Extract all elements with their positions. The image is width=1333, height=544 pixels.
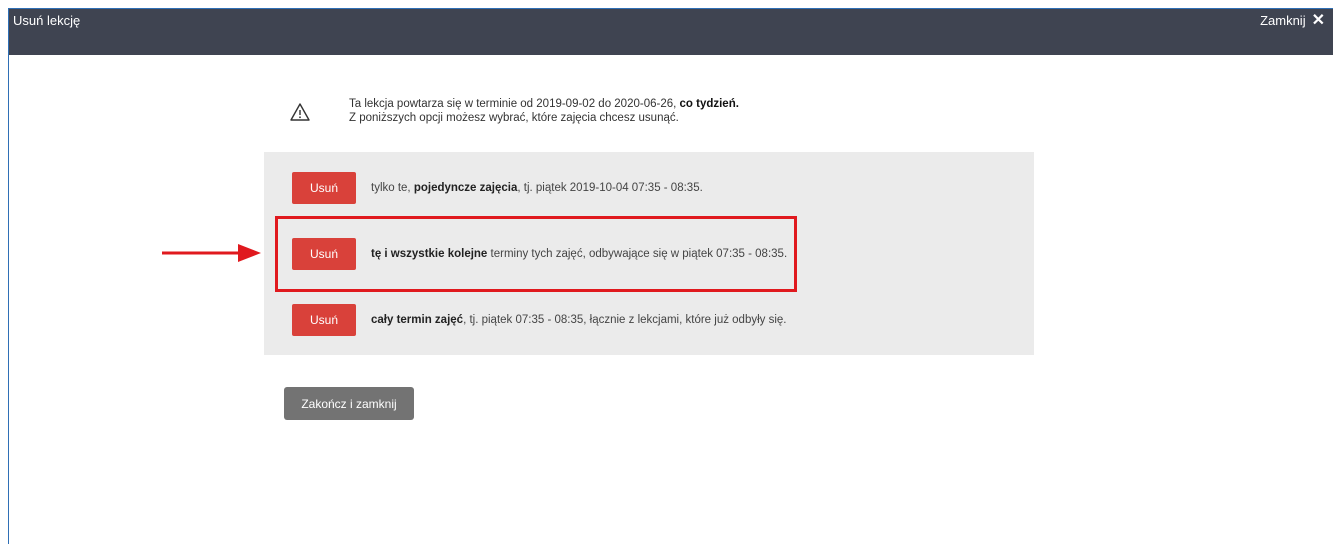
dialog-title: Usuń lekcję: [13, 13, 81, 28]
warning-icon: [290, 103, 310, 121]
option-all-text: cały termin zajęć, tj. piątek 07:35 - 08…: [371, 314, 787, 326]
close-label: Zamknij: [1260, 13, 1306, 28]
option-all-bold: cały termin zajęć: [371, 314, 464, 326]
delete-all-button[interactable]: Usuń: [292, 304, 356, 336]
warning-line-1-bold: co tydzień.: [679, 98, 739, 110]
option-all-post: , tj. piątek 07:35 - 08:35, łącznie z le…: [463, 314, 787, 326]
delete-single-button[interactable]: Usuń: [292, 172, 356, 204]
warning-text: Ta lekcja powtarza się w terminie od 201…: [349, 97, 739, 125]
dialog-titlebar: Usuń lekcję Zamknij ✕: [9, 9, 1333, 55]
warning-line-2: Z poniższych opcji możesz wybrać, które …: [349, 112, 679, 124]
warning-line-1-text: Ta lekcja powtarza się w terminie od 201…: [349, 98, 680, 110]
finish-and-close-button[interactable]: Zakończ i zamknij: [284, 387, 414, 420]
option-single-text: tylko te, pojedyncze zajęcia, tj. piątek…: [371, 182, 703, 194]
warning-line-1: Ta lekcja powtarza się w terminie od 201…: [349, 97, 739, 111]
option-single-pre: tylko te,: [371, 182, 414, 194]
warning-message: Ta lekcja powtarza się w terminie od 201…: [290, 97, 739, 125]
option-single-bold: pojedyncze zajęcia: [413, 182, 518, 194]
arrow-right-icon: [162, 244, 261, 262]
option-single-post: , tj. piątek 2019-10-04 07:35 - 08:35.: [517, 182, 703, 194]
close-icon: ✕: [1311, 11, 1325, 29]
close-button[interactable]: Zamknij ✕: [1260, 11, 1325, 29]
option-all: Usuń cały termin zajęć, tj. piątek 07:35…: [292, 304, 787, 336]
option-single: Usuń tylko te, pojedyncze zajęcia, tj. p…: [292, 172, 703, 204]
highlight-box: [275, 216, 797, 292]
